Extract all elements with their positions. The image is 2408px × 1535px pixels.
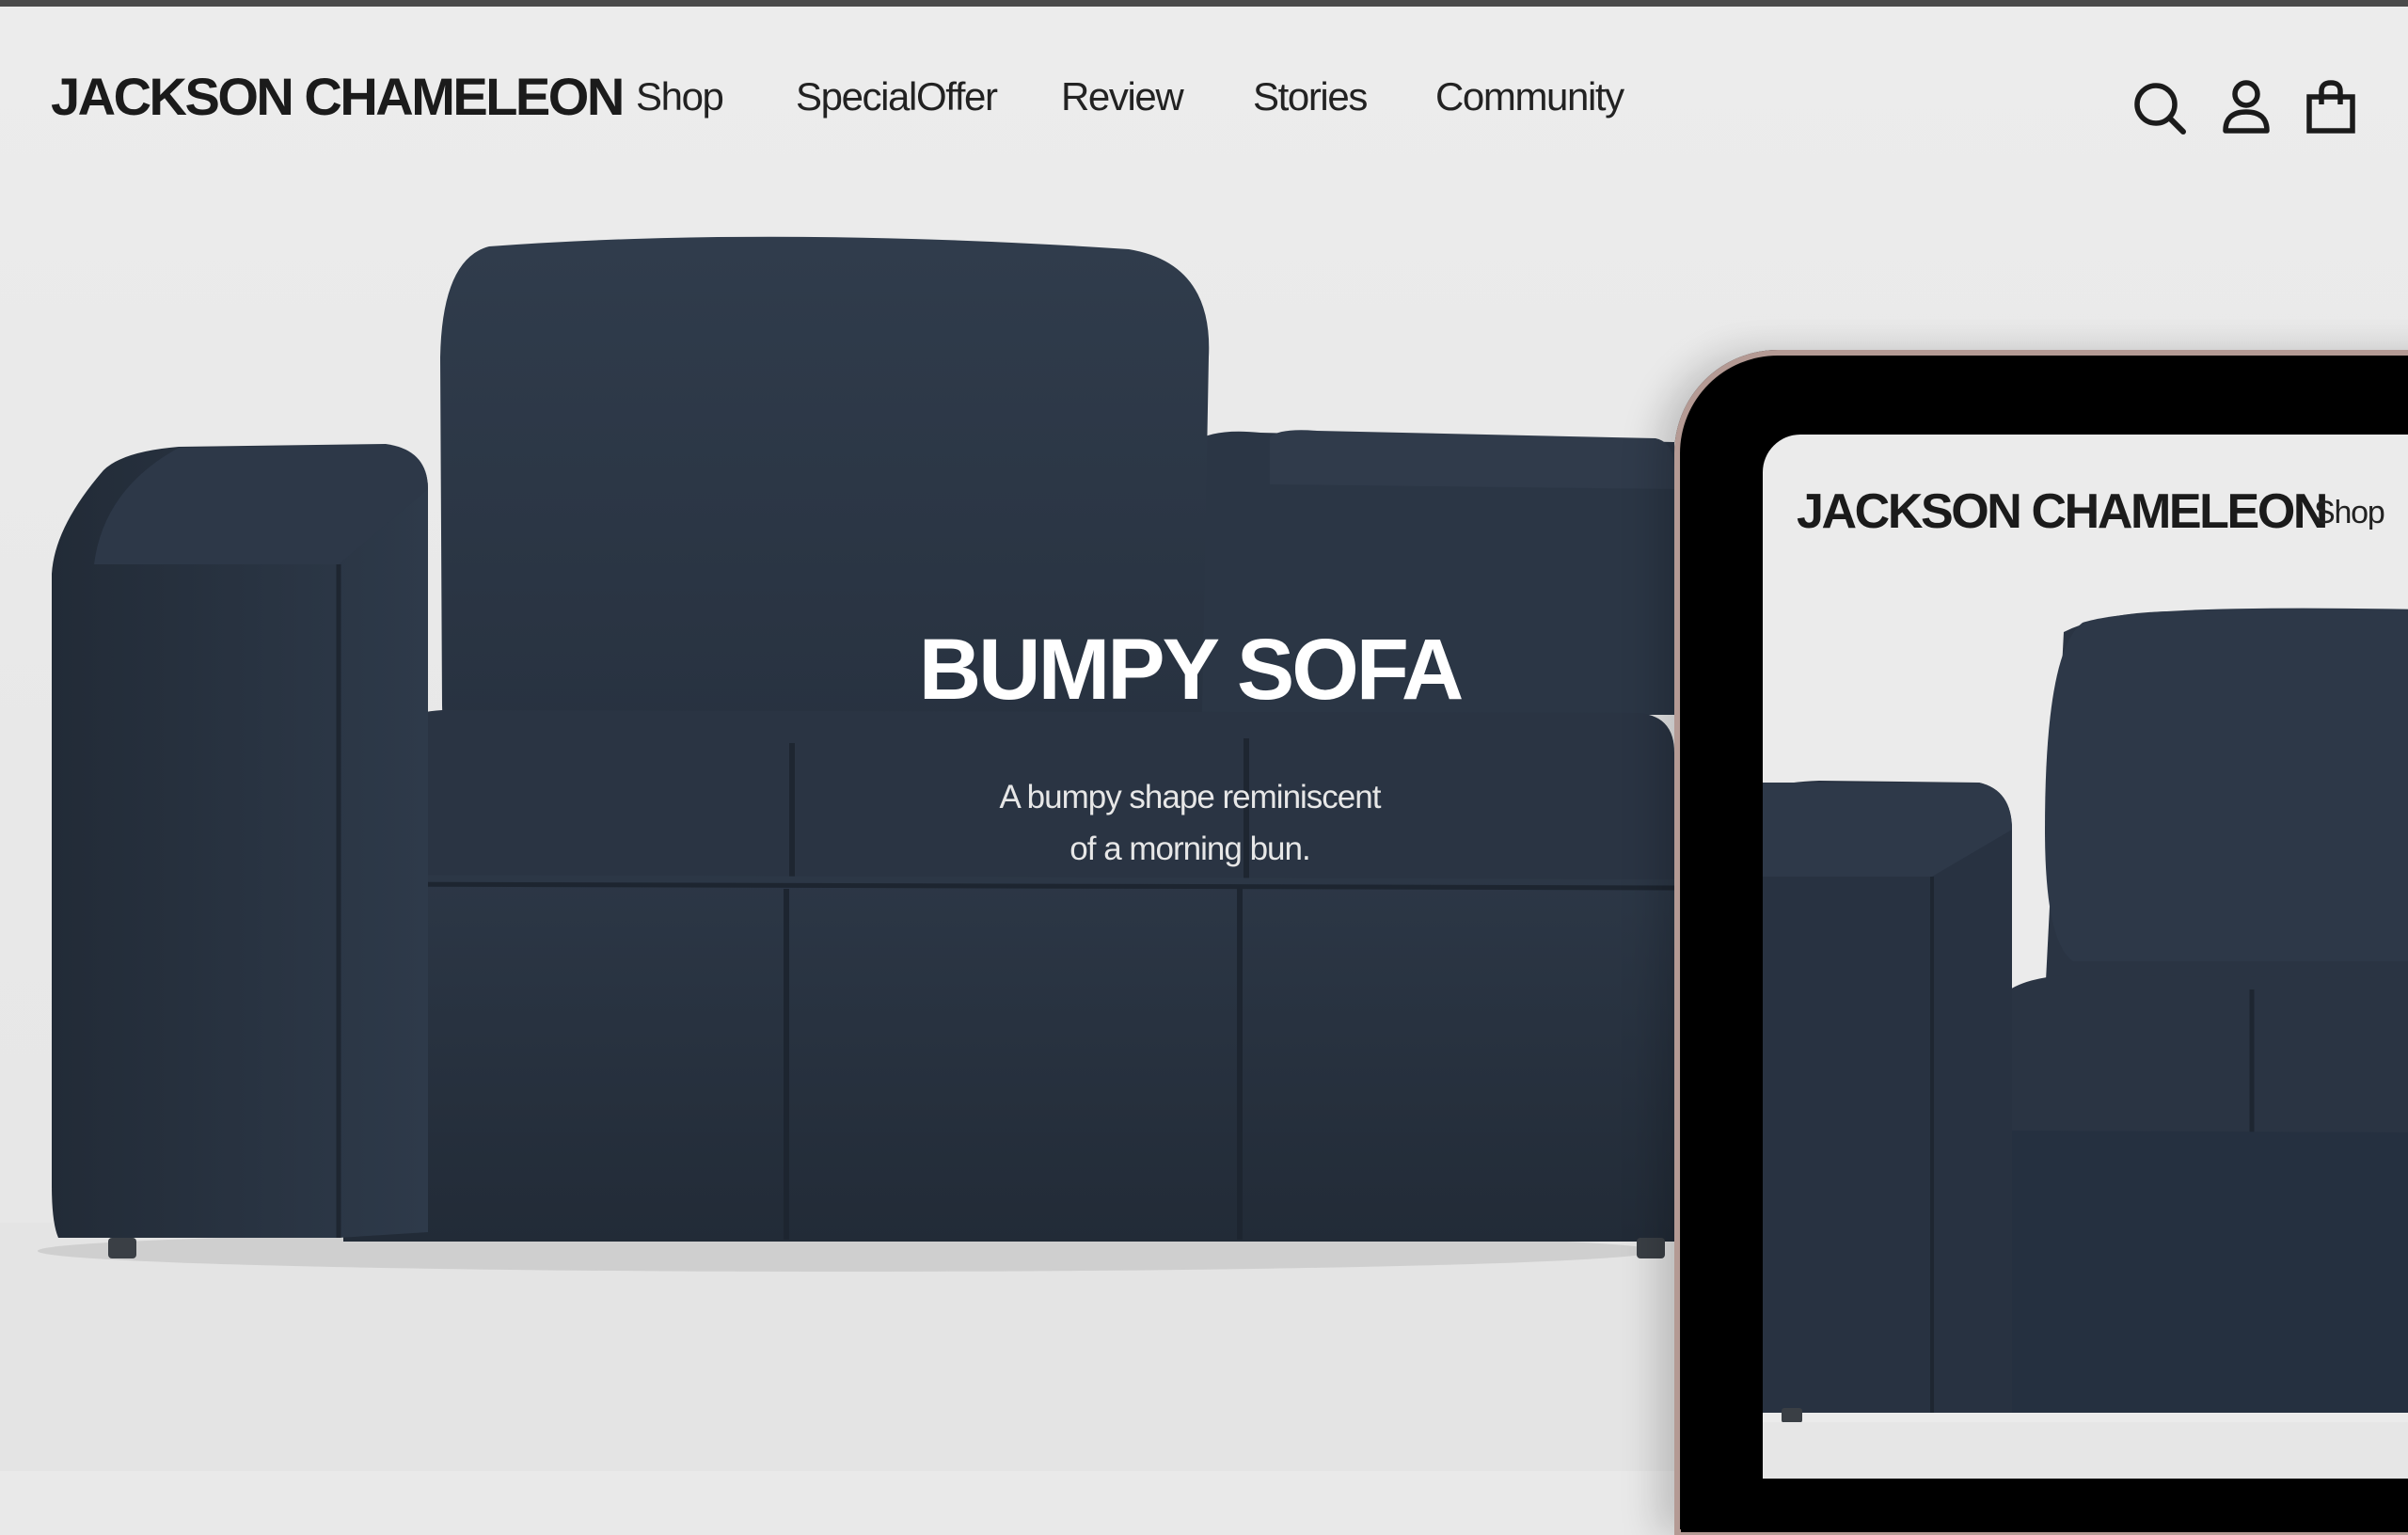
search-icon[interactable] bbox=[2131, 80, 2188, 136]
nav-review[interactable]: Review bbox=[1061, 74, 1184, 119]
tablet-screen: JACKSON CHAMELEON Shop bbox=[1763, 435, 2408, 1479]
hero-subtitle-line-2: of a morning bun. bbox=[1069, 831, 1310, 867]
hero-title: BUMPY SOFA bbox=[918, 622, 1465, 718]
nav-shop[interactable]: Shop bbox=[636, 74, 724, 119]
nav-special-offer[interactable]: SpecialOffer bbox=[796, 74, 998, 119]
hero-subtitle: A bumpy shape reminiscent of a morning b… bbox=[903, 771, 1477, 875]
user-icon[interactable] bbox=[2218, 78, 2274, 135]
tablet-nav-shop[interactable]: Shop bbox=[2314, 495, 2385, 531]
nav-stories[interactable]: Stories bbox=[1253, 74, 1368, 119]
bag-icon[interactable] bbox=[2303, 78, 2359, 135]
site-header: JACKSON CHAMELEON Shop SpecialOffer Revi… bbox=[0, 7, 2408, 185]
hero-subtitle-line-1: A bumpy shape reminiscent bbox=[999, 779, 1382, 815]
tablet-brand-logo[interactable]: JACKSON CHAMELEON bbox=[1797, 483, 2328, 540]
tablet-sofa-image bbox=[1763, 608, 2408, 1479]
brand-logo[interactable]: JACKSON CHAMELEON bbox=[51, 66, 625, 127]
nav-community[interactable]: Community bbox=[1435, 74, 1624, 119]
